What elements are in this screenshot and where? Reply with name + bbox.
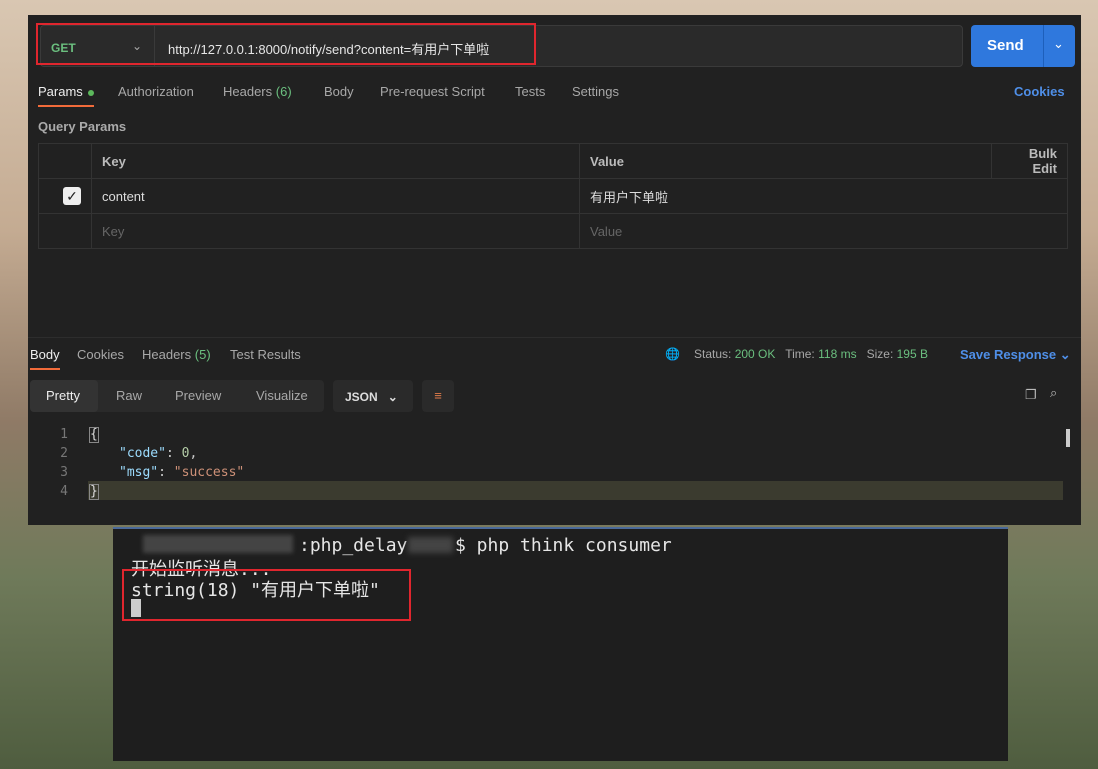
terminal-window: :php_delay $ php think consumer 开始监听消息..…	[113, 527, 1008, 761]
response-tab-headers[interactable]: Headers (5)	[142, 347, 211, 362]
format-select[interactable]: JSON ⌄	[333, 380, 413, 412]
view-preview[interactable]: Preview	[175, 388, 221, 403]
wrap-lines-icon[interactable]: ≡	[422, 380, 454, 412]
table-row: Key Value	[38, 213, 1068, 249]
checkbox-checked-icon[interactable]: ✓	[63, 187, 81, 205]
bulk-edit-button[interactable]: Bulk Edit	[991, 143, 1068, 179]
value-input[interactable]: Value	[579, 213, 1068, 249]
copy-icon[interactable]: ❐	[1025, 387, 1037, 403]
terminal-command: $ php think consumer	[455, 535, 672, 556]
response-body-editor[interactable]: 1 2 3 4 { "code": 0, "msg": "success" }	[28, 425, 1081, 515]
query-params-title: Query Params	[38, 119, 127, 134]
scrollbar[interactable]	[1066, 429, 1070, 447]
highlight-box	[36, 23, 536, 65]
response-tab-test-results[interactable]: Test Results	[230, 347, 301, 362]
view-raw[interactable]: Raw	[116, 388, 142, 403]
view-mode-selector: Pretty Raw Preview Visualize	[30, 380, 324, 412]
view-pretty[interactable]: Pretty	[30, 380, 98, 412]
tab-settings[interactable]: Settings	[572, 84, 619, 99]
param-value[interactable]: 有用户下单啦	[579, 178, 1068, 214]
key-input[interactable]: Key	[91, 213, 580, 249]
col-key: Key	[91, 143, 580, 179]
tab-headers[interactable]: Headers (6)	[223, 84, 292, 99]
search-icon[interactable]: ⌕	[1050, 385, 1057, 401]
response-tab-cookies[interactable]: Cookies	[77, 347, 124, 362]
tab-pre-request-script[interactable]: Pre-request Script	[380, 84, 485, 99]
view-visualize[interactable]: Visualize	[256, 388, 308, 403]
highlight-box	[122, 569, 411, 621]
tab-authorization[interactable]: Authorization	[118, 84, 194, 99]
terminal-prompt: :php_delay	[299, 535, 408, 556]
save-response-button[interactable]: Save Response ⌄	[960, 347, 1071, 363]
response-tab-body[interactable]: Body	[30, 347, 60, 362]
status-info: Status: 200 OK Time: 118 ms Size: 195 B	[694, 347, 928, 361]
globe-icon: 🌐	[665, 347, 680, 361]
send-label: Send	[987, 37, 1024, 54]
query-params-table: Key Value Bulk Edit ✓ content 有用户下单啦 Key Valu…	[38, 143, 1068, 249]
tab-params[interactable]: Params	[38, 84, 94, 99]
param-key[interactable]: content	[91, 178, 580, 214]
cookies-link[interactable]: Cookies	[1014, 84, 1065, 99]
col-value: Value	[579, 143, 992, 179]
redacted-user	[143, 535, 293, 553]
chevron-down-icon[interactable]: ⌄	[1053, 36, 1064, 52]
tab-body[interactable]: Body	[324, 84, 354, 99]
table-row: ✓ content 有用户下单啦	[38, 178, 1068, 214]
postman-window: GET ⌄ http://127.0.0.1:8000/notify/send?c…	[28, 15, 1081, 525]
send-button[interactable]: Send ⌄	[971, 25, 1075, 67]
tab-tests[interactable]: Tests	[515, 84, 545, 99]
